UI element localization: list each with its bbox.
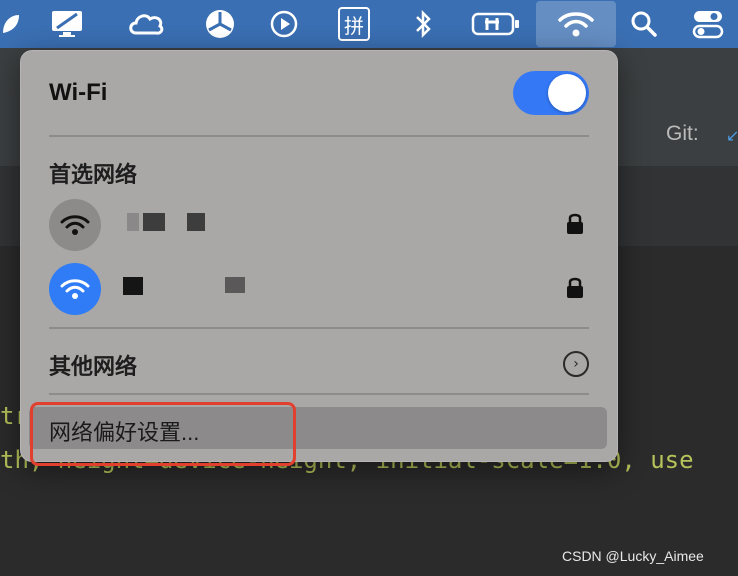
lock-icon (567, 213, 583, 234)
lock-icon (567, 277, 583, 298)
battery-charging-icon[interactable] (470, 0, 522, 48)
other-networks-item[interactable]: 其他网络 (49, 349, 137, 381)
bluetooth-icon[interactable] (410, 0, 436, 48)
redacted-ssid (143, 213, 165, 231)
wifi-signal-icon (49, 199, 101, 251)
divider (49, 393, 589, 395)
redacted-ssid (187, 213, 205, 231)
wifi-icon[interactable] (536, 1, 616, 47)
display-icon[interactable] (48, 0, 86, 48)
leaf-icon[interactable] (0, 0, 22, 48)
git-label: Git: (666, 122, 699, 145)
play-icon[interactable] (268, 0, 300, 48)
wifi-signal-icon (49, 263, 101, 315)
menu-bar: 拼 (0, 0, 738, 48)
watermark: CSDN @Lucky_Aimee (562, 548, 704, 564)
chevron-right-icon[interactable]: › (563, 351, 589, 377)
wifi-menu: Wi-Fi 首选网络 其他网络 › 网络偏好设置... (20, 50, 618, 462)
preferred-networks-label: 首选网络 (49, 162, 138, 187)
pinyin-glyph: 拼 (338, 7, 370, 41)
toggle-knob (548, 74, 586, 112)
pinyin-input-icon[interactable]: 拼 (338, 0, 370, 48)
search-icon[interactable] (628, 0, 660, 48)
network-item[interactable] (21, 193, 617, 253)
git-update-icon[interactable]: ↙ (726, 126, 738, 145)
redacted-ssid (127, 213, 139, 231)
redacted-ssid (123, 277, 143, 295)
annotation-highlight (30, 402, 296, 466)
wifi-menu-title: Wi-Fi (49, 79, 108, 106)
control-center-icon[interactable] (690, 0, 726, 48)
wifi-toggle[interactable] (513, 71, 589, 115)
network-item-connected[interactable] (21, 257, 617, 317)
divider (49, 327, 589, 329)
creative-cloud-icon[interactable] (124, 0, 168, 48)
mesh-icon[interactable] (202, 0, 238, 48)
divider (49, 135, 589, 137)
redacted-ssid (225, 277, 245, 293)
